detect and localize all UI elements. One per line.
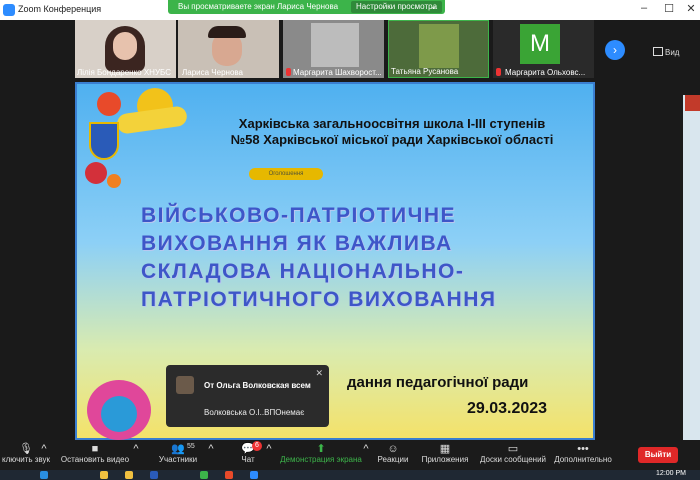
chevron-up-icon: ^: [133, 443, 139, 455]
participant-tile[interactable]: M Маргарита Ольховс...: [493, 20, 594, 78]
reactions-label: Реакции: [377, 455, 409, 464]
participant-name: Лілія Бондаренко ХНУБС: [77, 68, 171, 77]
explorer-icon[interactable]: [100, 471, 108, 479]
participant-name: Татьяна Русанова: [391, 67, 459, 76]
audio-options-button[interactable]: ^: [38, 440, 50, 455]
apps-icon: ▦: [439, 443, 451, 455]
smiley-plus-icon: ☺: [387, 443, 399, 455]
share-banner: Вы просматриваете экран Лариса Чернова Н…: [168, 0, 445, 14]
apps-label: Приложения: [421, 455, 469, 464]
video-camera-icon: ■: [91, 443, 99, 455]
share-banner-text: Вы просматриваете экран Лариса Чернова: [178, 2, 339, 11]
window-title: Zoom Конференция: [18, 4, 102, 14]
leave-button[interactable]: Выйти: [638, 447, 678, 463]
more-button[interactable]: ••• Дополнительно: [552, 440, 614, 464]
slide-title: ВІЙСЬКОВО-ПАТРІОТИЧНЕ ВИХОВАННЯ ЯК ВАЖЛИ…: [141, 204, 497, 311]
stop-video-label: Остановить видео: [60, 455, 130, 464]
whiteboard-icon: ▭: [507, 443, 519, 455]
share-screen-label: Демонстрация экрана: [280, 455, 362, 464]
more-icon: •••: [577, 443, 589, 455]
chevron-down-icon[interactable]: ⌄: [430, 0, 437, 14]
apps-button[interactable]: ▦ Приложения: [420, 440, 470, 464]
view-label: Вид: [665, 48, 680, 57]
chat-options-button[interactable]: ^: [263, 440, 275, 455]
app-icon[interactable]: [225, 471, 233, 479]
participant-name: Маргарита Шахворост...: [293, 68, 382, 77]
participants-label: Участники: [158, 455, 198, 464]
chevron-up-icon: ^: [266, 443, 272, 455]
chat-sender: От Ольга Волковская всем: [204, 381, 311, 390]
muted-mic-icon: [286, 68, 291, 76]
taskbar-clock: 12:00 PM: [656, 470, 686, 477]
coat-of-arms-icon: [89, 122, 119, 160]
flower-decoration: [85, 162, 107, 184]
participant-face: [113, 32, 137, 60]
desktop-background: [683, 95, 700, 440]
zoom-taskbar-icon[interactable]: [250, 471, 258, 479]
zoom-logo-icon: [3, 4, 15, 16]
participants-options-button[interactable]: ^: [205, 440, 217, 455]
more-label: Дополнительно: [554, 455, 612, 464]
sender-avatar: [176, 376, 194, 394]
grid-icon: [653, 47, 663, 56]
next-page-button[interactable]: ›: [605, 40, 625, 60]
maximize-button[interactable]: ☐: [662, 2, 676, 15]
participant-tile-active[interactable]: Татьяна Русанова: [388, 20, 489, 78]
video-options-button[interactable]: ^: [130, 440, 142, 455]
flower-decoration: [107, 174, 121, 188]
participant-picture: [419, 24, 459, 68]
participants-count: 55: [187, 443, 195, 450]
chat-message: Волковська О.І..ВПОнемає: [204, 408, 305, 417]
meeting-toolbar: 🎙 ключить звук ^ ■ Остановить видео ^ 👥 …: [0, 440, 700, 470]
globe-icon: [101, 396, 137, 432]
share-screen-icon: ⬆: [316, 443, 326, 455]
mute-label: ключить звук: [1, 455, 50, 464]
stop-video-button[interactable]: ■ Остановить видео: [60, 440, 130, 464]
chrome-icon[interactable]: [200, 471, 208, 479]
share-screen-button[interactable]: ⬆ Демонстрация экрана: [280, 440, 362, 464]
chat-notification[interactable]: От Ольга Волковская всем Волковська О.І.…: [166, 365, 329, 427]
chat-label: Чат: [241, 455, 255, 464]
chat-badge: 6: [252, 441, 262, 451]
participant-name: Маргарита Ольховс...: [505, 68, 586, 77]
participant-tile[interactable]: Лариса Чернова: [178, 20, 279, 78]
participant-hair: [208, 26, 246, 38]
reactions-button[interactable]: ☺ Реакции: [373, 440, 413, 464]
folder-icon[interactable]: [125, 471, 133, 479]
chevron-up-icon: ^: [41, 443, 47, 455]
close-button[interactable]: ✕: [684, 2, 698, 15]
muted-mic-icon: [496, 68, 501, 76]
view-button[interactable]: Вид: [653, 47, 679, 57]
school-name: Харківська загальноосвітня школа І-ІІІ с…: [230, 116, 554, 147]
gallery-strip: Лілія Бондаренко ХНУБС Лариса Чернова Ма…: [0, 20, 700, 80]
windows-taskbar: 12:00 PM: [0, 470, 700, 480]
view-settings-button[interactable]: Настройки просмотра: [351, 1, 443, 13]
word-icon[interactable]: [150, 471, 158, 479]
participant-avatar: M: [520, 24, 560, 64]
participant-tile[interactable]: Маргарита Шахворост...: [283, 20, 384, 78]
flower-decoration: [97, 92, 121, 116]
chevron-up-icon: ^: [208, 443, 214, 455]
shared-screen: Харківська загальноосвітня школа І-ІІІ с…: [75, 82, 595, 440]
title-bar: Zoom Конференция Вы просматриваете экран…: [0, 0, 700, 20]
participant-picture: [311, 23, 359, 67]
ribbon-decoration: [115, 105, 189, 135]
chevron-up-icon: ^: [363, 443, 369, 455]
whiteboards-button[interactable]: ▭ Доски сообщений: [476, 440, 550, 464]
share-options-button[interactable]: ^: [360, 440, 372, 455]
participant-name: Лариса Чернова: [182, 68, 243, 77]
whiteboards-label: Доски сообщений: [479, 455, 546, 464]
roof-decoration: [685, 95, 700, 111]
slide-tag: Оголошення: [249, 168, 323, 180]
participant-tile[interactable]: Лілія Бондаренко ХНУБС: [75, 20, 176, 78]
start-icon[interactable]: [40, 471, 48, 479]
close-icon[interactable]: ✕: [315, 368, 323, 379]
minimize-button[interactable]: –: [637, 2, 651, 14]
meeting-date: 29.03.2023: [467, 400, 548, 417]
meeting-text: дання педагогічної ради: [347, 374, 529, 391]
